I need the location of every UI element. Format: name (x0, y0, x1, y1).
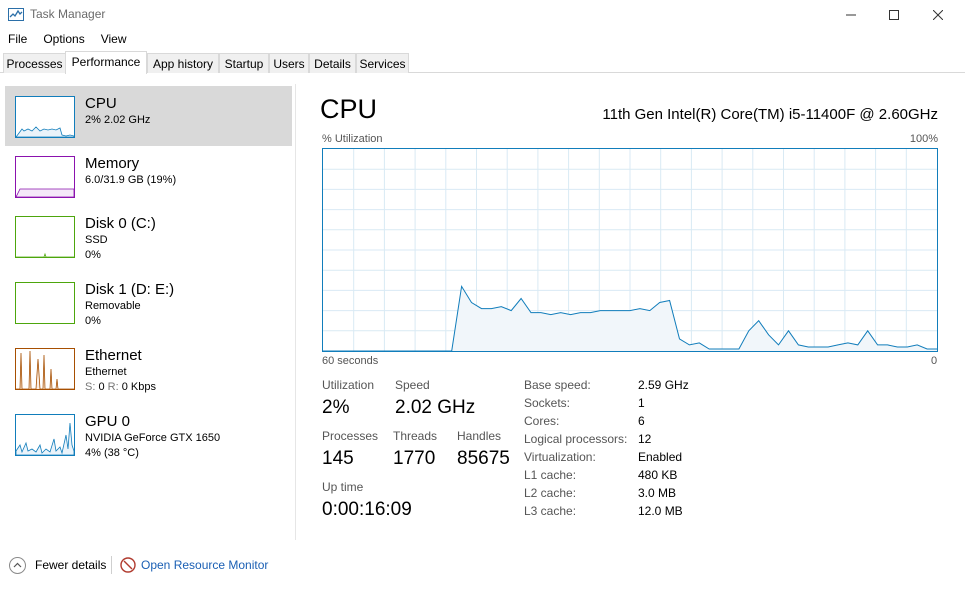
resource-usage: 0% (85, 315, 101, 327)
title-bar[interactable]: Task Manager (0, 0, 965, 29)
x-axis-right-label: 0 (931, 355, 938, 367)
detail-value: 12.0 MB (638, 504, 683, 518)
resource-detail: 6.0/31.9 GB (19%) (85, 174, 177, 186)
detail-value: 2.59 GHz (638, 378, 689, 392)
task-manager-icon (8, 6, 25, 22)
menu-options[interactable]: Options (35, 29, 92, 49)
handles-label: Handles (457, 429, 502, 443)
page-title: CPU (320, 94, 378, 124)
resource-name: Disk 0 (C:) (85, 215, 156, 232)
resource-name: CPU (85, 95, 117, 112)
maximize-button[interactable] (871, 0, 917, 29)
minimize-button[interactable] (828, 0, 874, 29)
detail-label: L1 cache: (524, 468, 577, 482)
disk-1-thumbnail-graph (15, 282, 75, 324)
fewer-details-button[interactable]: Fewer details (35, 558, 106, 572)
tab-app-history[interactable]: App history (147, 53, 219, 73)
resource-item-disk-0[interactable]: Disk 0 (C:) SSD 0% (5, 206, 292, 266)
threads-value: 1770 (393, 448, 436, 469)
resource-list: CPU 2% 2.02 GHz Memory 6.0/31.9 GB (19%)… (0, 84, 296, 540)
detail-label: L2 cache: (524, 486, 577, 500)
detail-value: 12 (638, 432, 652, 446)
tab-performance[interactable]: Performance (65, 51, 147, 74)
resource-item-ethernet[interactable]: Ethernet Ethernet S: 0 R: 0 Kbps (5, 338, 292, 398)
detail-label: Virtualization: (524, 450, 596, 464)
handles-value: 85675 (457, 448, 510, 469)
tab-users[interactable]: Users (269, 53, 309, 73)
resource-usage: 0% (85, 249, 101, 261)
footer-divider (111, 556, 112, 574)
processes-label: Processes (322, 429, 379, 443)
speed-value: 2.02 GHz (395, 397, 476, 418)
threads-label: Threads (393, 429, 438, 443)
resource-detail: SSD (85, 234, 108, 246)
ethernet-thumbnail-graph (15, 348, 75, 390)
resource-name: Disk 1 (D: E:) (85, 281, 175, 298)
detail-value: 1 (638, 396, 645, 410)
x-axis-left-label: 60 seconds (322, 355, 379, 367)
chevron-up-icon[interactable] (9, 557, 26, 574)
resource-item-gpu-0[interactable]: GPU 0 NVIDIA GeForce GTX 1650 4% (38 °C) (5, 404, 292, 464)
resource-detail: Ethernet (85, 366, 127, 378)
resource-throughput: S: 0 R: 0 Kbps (85, 381, 156, 393)
processes-value: 145 (322, 448, 354, 469)
resource-item-cpu[interactable]: CPU 2% 2.02 GHz (5, 86, 292, 146)
cpu-utilization-graph (322, 148, 938, 352)
memory-thumbnail-graph (15, 156, 75, 198)
cpu-thumbnail-graph (15, 96, 75, 138)
tab-processes[interactable]: Processes (3, 53, 66, 73)
resource-name: Ethernet (85, 347, 142, 364)
cpu-model-name: 11th Gen Intel(R) Core(TM) i5-11400F @ 2… (602, 106, 938, 123)
window-title: Task Manager (30, 7, 106, 21)
resource-detail: Removable (85, 300, 141, 312)
cpu-graph-canvas (323, 149, 937, 352)
resource-item-memory[interactable]: Memory 6.0/31.9 GB (19%) (5, 146, 292, 206)
menu-bar: File Options View (0, 29, 135, 49)
gpu-thumbnail-graph (15, 414, 75, 456)
disk-0-thumbnail-graph (15, 216, 75, 258)
resource-monitor-icon[interactable] (120, 557, 136, 573)
menu-file[interactable]: File (0, 29, 35, 49)
resource-name: Memory (85, 155, 140, 172)
detail-label: Cores: (524, 414, 560, 428)
menu-view[interactable]: View (93, 29, 135, 49)
detail-label: Base speed: (524, 378, 591, 392)
resource-name: GPU 0 (85, 413, 131, 430)
open-resource-monitor-link[interactable]: Open Resource Monitor (141, 558, 268, 572)
detail-value: 480 KB (638, 468, 678, 482)
close-button[interactable] (915, 0, 961, 29)
tab-bar: Processes Performance App history Startu… (0, 51, 965, 74)
tab-startup[interactable]: Startup (219, 53, 269, 73)
y-axis-max-label: 100% (909, 133, 938, 145)
detail-value: 6 (638, 414, 645, 428)
detail-value: 3.0 MB (638, 486, 677, 500)
tab-services[interactable]: Services (356, 53, 409, 73)
resource-detail: 2% 2.02 GHz (85, 114, 151, 126)
detail-value: Enabled (638, 450, 683, 464)
detail-label: L3 cache: (524, 504, 577, 518)
y-axis-label: % Utilization (322, 133, 383, 145)
uptime-label: Up time (322, 480, 364, 494)
tab-details[interactable]: Details (309, 53, 356, 73)
resource-detail: NVIDIA GeForce GTX 1650 (85, 432, 221, 444)
resource-item-disk-1[interactable]: Disk 1 (D: E:) Removable 0% (5, 272, 292, 332)
detail-label: Sockets: (524, 396, 571, 410)
utilization-value: 2% (322, 397, 350, 418)
utilization-label: Utilization (322, 378, 375, 392)
footer: Fewer details Open Resource Monitor (0, 548, 965, 583)
speed-label: Speed (395, 378, 430, 392)
detail-label: Logical processors: (524, 432, 628, 446)
uptime-value: 0:00:16:09 (322, 499, 412, 520)
resource-usage: 4% (38 °C) (85, 447, 139, 459)
